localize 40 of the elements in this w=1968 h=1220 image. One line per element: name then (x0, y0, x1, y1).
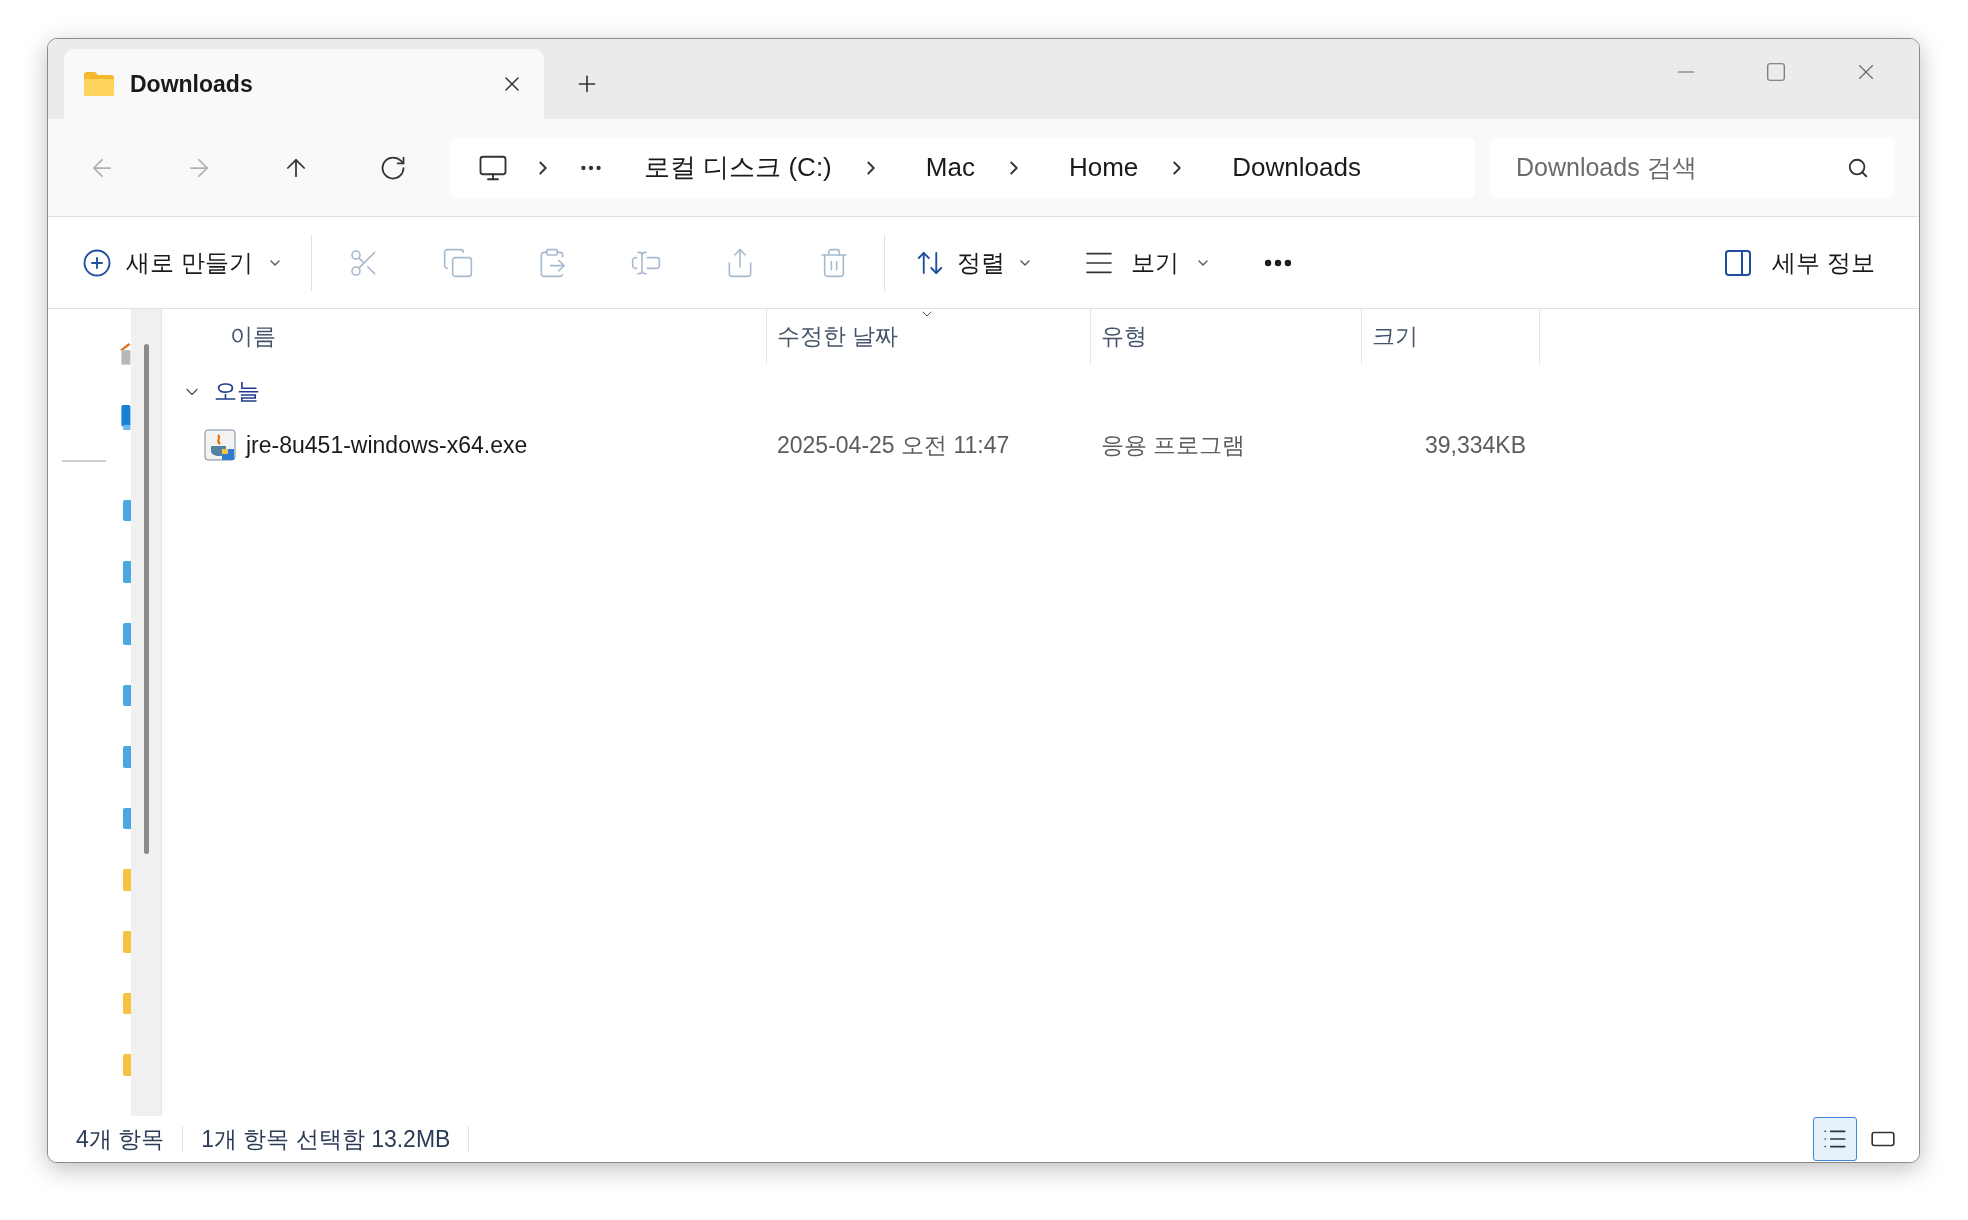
folder-icon[interactable] (123, 499, 131, 522)
file-type: 응용 프로그램 (1100, 430, 1247, 460)
folder-icon (84, 72, 114, 96)
breadcrumb-item[interactable]: Mac (925, 148, 975, 187)
folder-icon[interactable] (123, 684, 131, 707)
gallery-icon[interactable] (119, 404, 131, 430)
column-header[interactable]: 이름 (162, 309, 767, 364)
breadcrumb-item[interactable]: Home (1068, 148, 1139, 187)
modified-date: 2025-04-25 오전 11:47 (776, 430, 1011, 460)
column-header[interactable]: 크기 (1362, 309, 1540, 364)
file-size: 39,334KB (1423, 430, 1527, 460)
folder-icon[interactable] (123, 807, 131, 830)
details-pane-button[interactable]: 세부 정보 (1722, 234, 1875, 291)
group-header[interactable]: 오늘 (162, 364, 1919, 419)
search-field[interactable]: Downloads 검색 (1490, 136, 1895, 199)
selection-info: 1개 항목 선택함 13.2MB (201, 1124, 451, 1154)
scrollbar-thumb[interactable] (143, 344, 149, 854)
new-button[interactable]: 새로 만들기 (82, 234, 283, 291)
window-title: Downloads (130, 69, 254, 99)
column-header[interactable]: 수정한 날짜 (767, 309, 1091, 364)
folder-icon[interactable] (123, 869, 131, 892)
window-tab[interactable]: Downloads (64, 49, 544, 119)
file-row[interactable]: jre-8u451-windows-x64.exe 2025-04-25 오전 11:47 응용 프로그램 39,334KB (162, 419, 1540, 471)
item-count: 4개 항목 (76, 1124, 165, 1154)
installer-icon (204, 429, 236, 461)
search-icon[interactable] (1847, 156, 1869, 179)
column-header[interactable]: 유형 (1091, 309, 1362, 364)
search-input[interactable]: Downloads 검색 (1516, 148, 1847, 187)
folder-icon[interactable] (123, 622, 131, 645)
address-bar[interactable]: 로컬 디스크 (C:) Mac Home Downloads (450, 136, 1475, 199)
details-view-button[interactable] (1813, 1117, 1857, 1161)
view-button[interactable]: 보기 (1082, 234, 1211, 291)
plus-circle-icon (82, 247, 112, 278)
maximize-icon[interactable] (1765, 61, 1787, 83)
file-name: jre-8u451-windows-x64.exe (246, 430, 528, 460)
sort-button[interactable]: 정렬 (914, 234, 1033, 291)
home-icon[interactable] (119, 343, 131, 365)
folder-icon[interactable] (123, 992, 131, 1015)
breadcrumb-item[interactable]: 로컬 디스크 (C:) (644, 148, 832, 187)
breadcrumb-item[interactable]: Downloads (1232, 148, 1361, 187)
